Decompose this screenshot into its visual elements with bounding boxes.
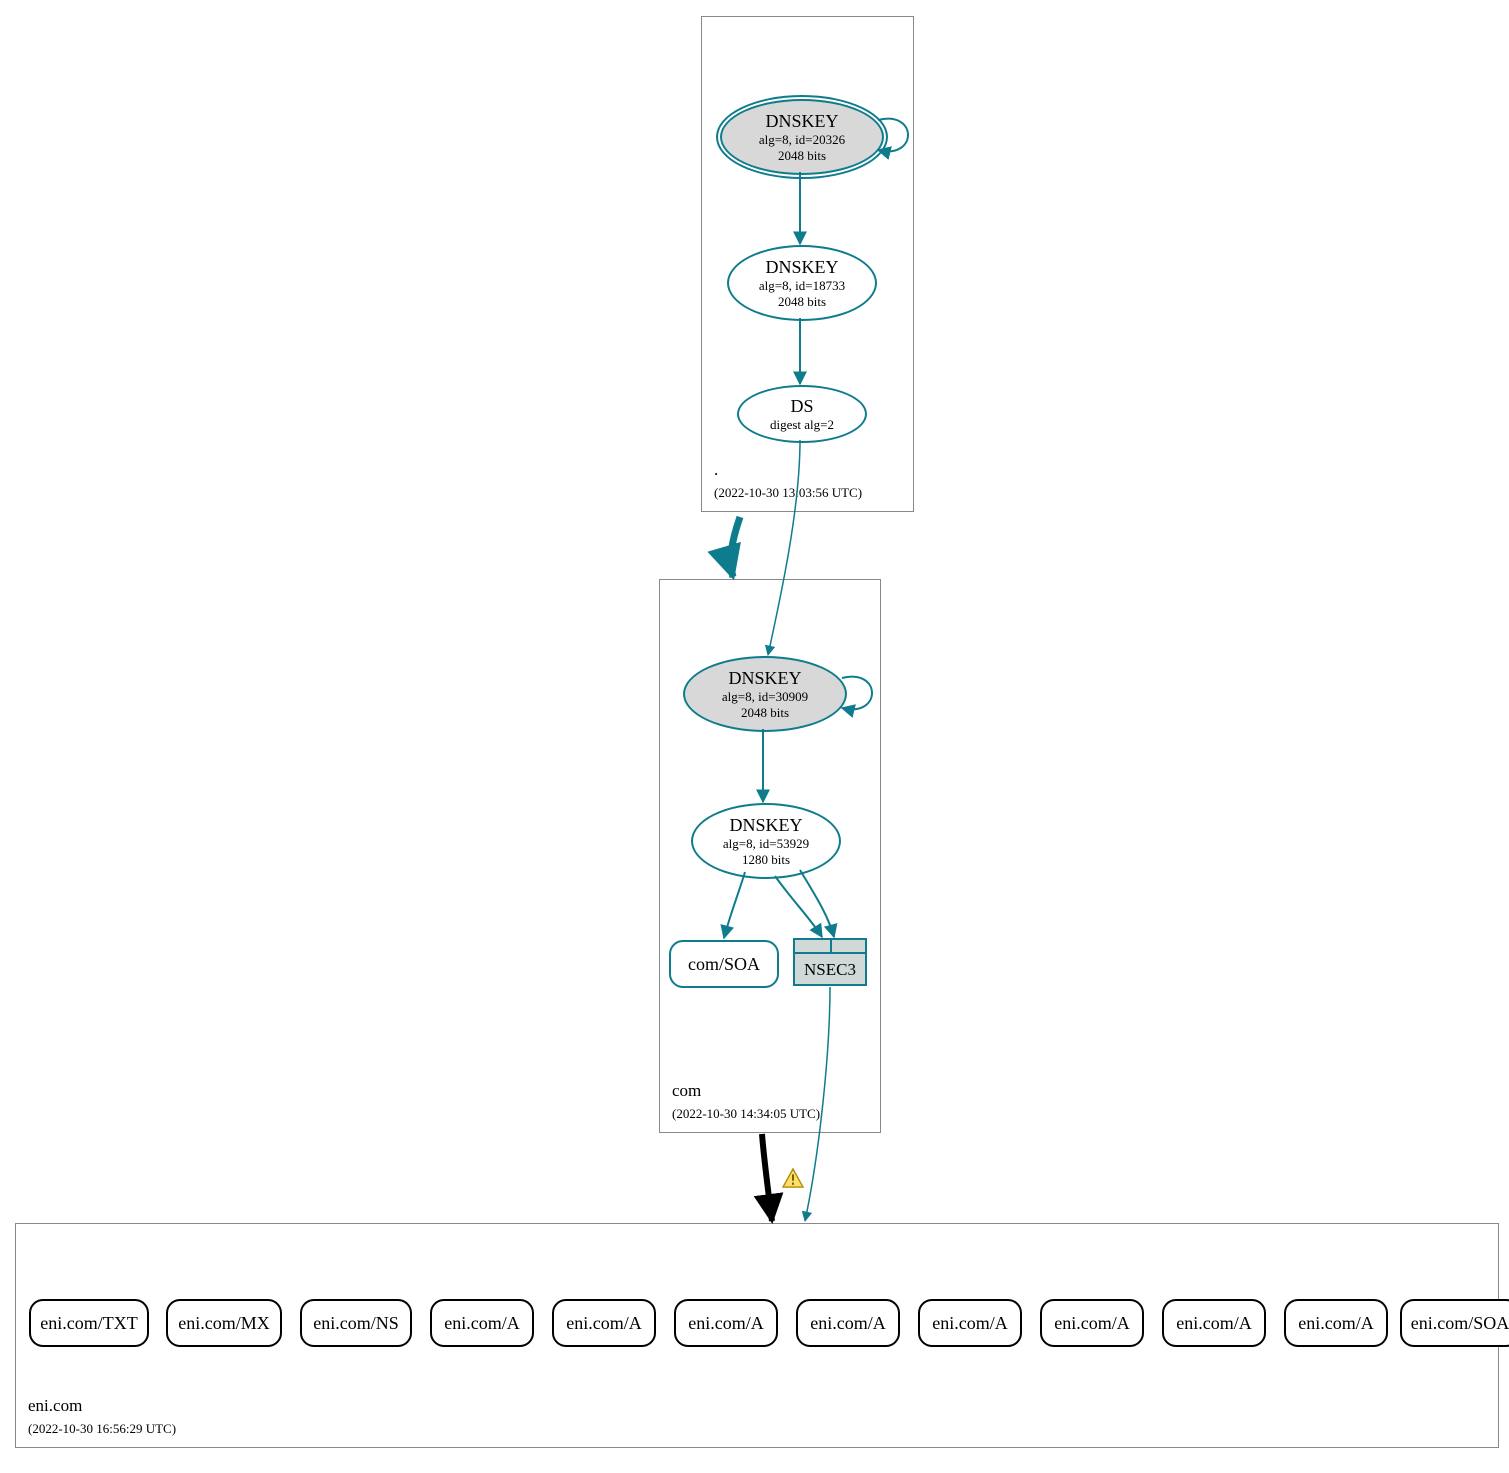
com-ksk-title: DNSKEY [728, 668, 801, 689]
eni-record-8: eni.com/A [1040, 1299, 1144, 1347]
eni-record-10: eni.com/A [1284, 1299, 1388, 1347]
root-zsk-sub2: 2048 bits [778, 294, 826, 310]
root-ksk-sub1: alg=8, id=20326 [759, 132, 845, 148]
eni-record-9: eni.com/A [1162, 1299, 1266, 1347]
zone-com-label: com (2022-10-30 14:34:05 UTC) [672, 1080, 820, 1124]
eni-record-7: eni.com/A [918, 1299, 1022, 1347]
com-ksk-sub2: 2048 bits [741, 705, 789, 721]
zone-root-name: . [714, 460, 718, 479]
com-ksk-sub1: alg=8, id=30909 [722, 689, 808, 705]
zone-root-label: . (2022-10-30 13:03:56 UTC) [714, 459, 862, 503]
node-com-soa: com/SOA [669, 940, 779, 988]
eni-record-6: eni.com/A [796, 1299, 900, 1347]
zone-com-name: com [672, 1081, 701, 1100]
nsec3-label: NSEC3 [804, 960, 856, 980]
eni-record-0: eni.com/TXT [29, 1299, 149, 1347]
root-ksk-title: DNSKEY [765, 111, 838, 132]
eni-record-4: eni.com/A [552, 1299, 656, 1347]
root-zsk-sub1: alg=8, id=18733 [759, 278, 845, 294]
zone-eni-timestamp: (2022-10-30 16:56:29 UTC) [28, 1421, 176, 1436]
eni-record-11: eni.com/SOA [1400, 1299, 1509, 1347]
node-root-zsk: DNSKEY alg=8, id=18733 2048 bits [727, 245, 877, 321]
eni-record-1: eni.com/MX [166, 1299, 282, 1347]
eni-record-5: eni.com/A [674, 1299, 778, 1347]
eni-record-2: eni.com/NS [300, 1299, 412, 1347]
zone-root-timestamp: (2022-10-30 13:03:56 UTC) [714, 485, 862, 500]
com-zsk-sub1: alg=8, id=53929 [723, 836, 809, 852]
node-nsec3: NSEC3 [793, 938, 867, 986]
eni-record-3: eni.com/A [430, 1299, 534, 1347]
com-zsk-sub2: 1280 bits [742, 852, 790, 868]
root-ds-title: DS [790, 396, 813, 417]
root-ds-sub1: digest alg=2 [770, 417, 834, 433]
warning-icon [782, 1168, 804, 1188]
root-zsk-title: DNSKEY [765, 257, 838, 278]
node-com-zsk: DNSKEY alg=8, id=53929 1280 bits [691, 803, 841, 879]
node-root-ds: DS digest alg=2 [737, 385, 867, 443]
zone-eni-label: eni.com (2022-10-30 16:56:29 UTC) [28, 1395, 176, 1439]
zone-eni-name: eni.com [28, 1396, 82, 1415]
node-root-ksk: DNSKEY alg=8, id=20326 2048 bits [720, 99, 884, 175]
zone-com-timestamp: (2022-10-30 14:34:05 UTC) [672, 1106, 820, 1121]
node-com-ksk: DNSKEY alg=8, id=30909 2048 bits [683, 656, 847, 732]
root-ksk-sub2: 2048 bits [778, 148, 826, 164]
com-soa-label: com/SOA [688, 954, 760, 975]
com-zsk-title: DNSKEY [729, 815, 802, 836]
